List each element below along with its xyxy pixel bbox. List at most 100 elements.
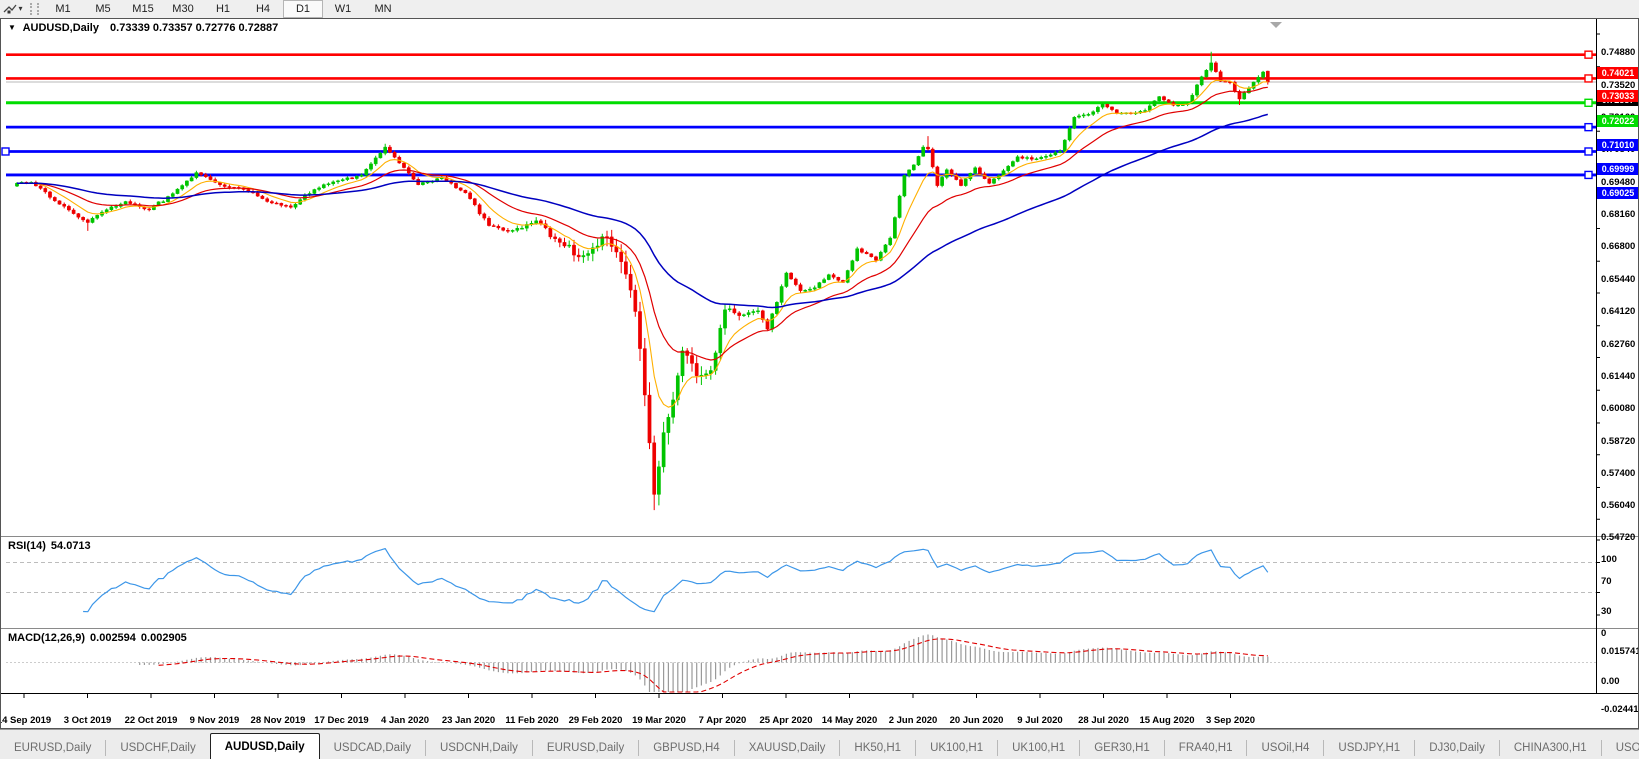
date-label: 19 Mar 2020: [632, 715, 686, 726]
chart-tab-usoil-h1[interactable]: USOil,H1: [1601, 736, 1639, 759]
macd-indicator-label: MACD(12,26,9) 0.002594 0.002905: [8, 632, 192, 644]
price-axis-label: 0.73520: [1601, 79, 1636, 91]
toolbar: ▾ M1 M5 M15 M30 H1 H4 D1 W1 MN: [0, 0, 1639, 19]
timeframe-button-w1[interactable]: W1: [323, 0, 363, 18]
chart-tab-gbpusd-h4[interactable]: GBPUSD,H4: [639, 736, 734, 759]
date-label: 28 Nov 2019: [250, 715, 306, 726]
chart-tab-usdjpy-h1[interactable]: USDJPY,H1: [1324, 736, 1415, 759]
date-label: 3 Sep 2020: [1205, 715, 1256, 726]
chart-tab-dj30-daily[interactable]: DJ30,Daily: [1415, 736, 1499, 759]
rsi-axis-label: 100: [1601, 554, 1617, 565]
timeframe-button-m1[interactable]: M1: [43, 0, 83, 18]
rsi-axis-label: 0: [1601, 628, 1607, 639]
rsi-value: 54.0713: [50, 540, 91, 552]
hline-handle-icon[interactable]: [1584, 170, 1593, 180]
date-label: 9 Nov 2019: [189, 715, 240, 726]
hline-handle-icon[interactable]: [1584, 147, 1593, 156]
hline-price-tag-0.71010[interactable]: 0.71010: [1597, 139, 1639, 152]
macd-name: MACD(12,26,9): [8, 632, 86, 644]
chart-window: ▼ AUDUSD,Daily 0.73339 0.73357 0.72776 0…: [0, 18, 1639, 730]
chart-plot[interactable]: [0, 19, 1639, 730]
timeframe-button-m15[interactable]: M15: [123, 0, 163, 18]
date-label: 20 Jun 2020: [949, 715, 1004, 726]
hline-price-tag-0.69025[interactable]: 0.69025: [1597, 186, 1639, 199]
chart-tab-eurusd-daily[interactable]: EURUSD,Daily: [532, 736, 639, 759]
chart-tab-uk100-h1[interactable]: UK100,H1: [998, 736, 1080, 759]
chart-tab-eurusd-daily[interactable]: EURUSD,Daily: [0, 736, 106, 759]
price-axis-label: 0.61440: [1601, 370, 1636, 382]
chart-tab-ger30-h1[interactable]: GER30,H1: [1080, 736, 1164, 759]
toolbar-grip-handle[interactable]: [30, 3, 39, 15]
mt4-window: ▾ M1 M5 M15 M30 H1 H4 D1 W1 MN ▼ AUDUSD,Daily 0.…: [0, 0, 1639, 759]
chart-tabs: EURUSD,Daily USDCHF,Daily AUDUSD,Daily USDC…: [0, 733, 1639, 759]
chart-tab-usoil-h4[interactable]: USOil,H4: [1247, 736, 1324, 759]
price-axis-label: 0.68160: [1601, 208, 1636, 220]
rsi-indicator-label: RSI(14) 54.0713: [8, 540, 96, 552]
price-axis-label: 0.74880: [1601, 47, 1636, 58]
rsi-axis-label: 70: [1601, 575, 1612, 587]
chart-ohlc-values: 0.73339 0.73357 0.72776 0.72887: [110, 22, 279, 34]
price-axis-label: 0.56040: [1601, 500, 1636, 512]
chart-symbol-period: AUDUSD,Daily: [22, 22, 99, 34]
hline-handle-icon[interactable]: [1584, 122, 1593, 132]
timeframe-button-mn[interactable]: MN: [363, 0, 403, 18]
hline-price-tag-0.74021[interactable]: 0.74021: [1597, 66, 1639, 79]
chart-tab-bar: EURUSD,Daily USDCHF,Daily AUDUSD,Daily USDC…: [0, 729, 1639, 759]
hline-handle-icon[interactable]: [1584, 74, 1593, 83]
chart-background: [0, 19, 1639, 712]
date-label: 25 Apr 2020: [759, 715, 813, 726]
chart-tab-audusd-daily[interactable]: AUDUSD,Daily: [209, 733, 320, 759]
chart-tab-xauusd-daily[interactable]: XAUUSD,Daily: [734, 736, 840, 759]
hline-handle-icon[interactable]: [1, 147, 10, 156]
line-studies-icon[interactable]: ▾: [0, 1, 26, 17]
date-label: 22 Oct 2019: [124, 715, 178, 726]
timeframe-button-m30[interactable]: M30: [163, 0, 203, 18]
timeframe-button-m5[interactable]: M5: [83, 0, 123, 18]
date-axis[interactable]: 14 Sep 2019 3 Oct 2019 22 Oct 2019 9 Nov 20…: [0, 712, 1639, 730]
chart-tab-uk100-h1[interactable]: UK100,H1: [916, 736, 998, 759]
date-label: 4 Jan 2020: [380, 715, 430, 726]
timeframe-button-h1[interactable]: H1: [203, 0, 243, 18]
rsi-axis-label: 30: [1601, 605, 1612, 617]
price-axis-label: 0.65440: [1601, 274, 1636, 286]
date-label: 29 Feb 2020: [568, 715, 623, 726]
hline-price-tag-0.69999[interactable]: 0.69999: [1597, 163, 1639, 176]
price-axis-label: 0.64120: [1601, 305, 1636, 317]
date-label: 11 Feb 2020: [505, 715, 559, 726]
price-axis-label: 0.54720: [1601, 532, 1636, 544]
macd-value-main: 0.002594: [90, 632, 136, 644]
chart-tab-china300-h1[interactable]: CHINA300,H1: [1499, 736, 1601, 759]
chevron-down-icon[interactable]: ▾: [18, 5, 22, 13]
hline-price-tag-0.72022[interactable]: 0.72022: [1597, 114, 1639, 127]
date-label: 15 Aug 2020: [1139, 715, 1195, 726]
macd-axis-label: 0.015741: [1601, 646, 1639, 657]
chart-tab-hk50-h1[interactable]: HK50,H1: [840, 736, 916, 759]
price-axis-label: 0.66800: [1601, 241, 1636, 253]
date-label: 14 Sep 2019: [0, 715, 52, 726]
chart-title: ▼ AUDUSD,Daily 0.73339 0.73357 0.72776 0…: [8, 22, 278, 34]
chart-tab-fra40-h1[interactable]: FRA40,H1: [1164, 736, 1247, 759]
date-label: 17 Dec 2019: [314, 715, 369, 726]
date-label: 14 May 2020: [821, 715, 878, 726]
date-label: 28 Jul 2020: [1078, 715, 1129, 726]
hline-handle-icon[interactable]: [1584, 50, 1593, 59]
price-axis-label: 0.58720: [1601, 435, 1636, 447]
date-label: 9 Jul 2020: [1017, 715, 1063, 726]
chevron-down-icon[interactable]: ▼: [8, 23, 16, 32]
line-studies-glyph: [4, 4, 17, 14]
timeframe-button-h4[interactable]: H4: [243, 0, 283, 18]
date-label: 2 Jun 2020: [888, 715, 938, 726]
date-label: 23 Jan 2020: [441, 715, 496, 726]
chart-tab-usdcnh-daily[interactable]: USDCNH,Daily: [425, 736, 532, 759]
macd-value-signal: 0.002905: [140, 632, 187, 644]
timeframe-button-d1[interactable]: D1: [283, 0, 323, 18]
hline-handle-icon[interactable]: [1584, 98, 1593, 107]
price-axis-label: 0.60080: [1601, 403, 1636, 415]
chart-tab-usdcad-daily[interactable]: USDCAD,Daily: [319, 736, 425, 759]
date-label: 7 Apr 2020: [698, 715, 747, 726]
rsi-name: RSI(14): [8, 540, 46, 552]
hline-price-tag-0.73033[interactable]: 0.73033: [1597, 90, 1639, 103]
macd-axis-label: 0.00: [1601, 675, 1620, 687]
price-axis-label: 0.62760: [1601, 338, 1636, 350]
chart-tab-usdchf-daily[interactable]: USDCHF,Daily: [106, 736, 210, 759]
